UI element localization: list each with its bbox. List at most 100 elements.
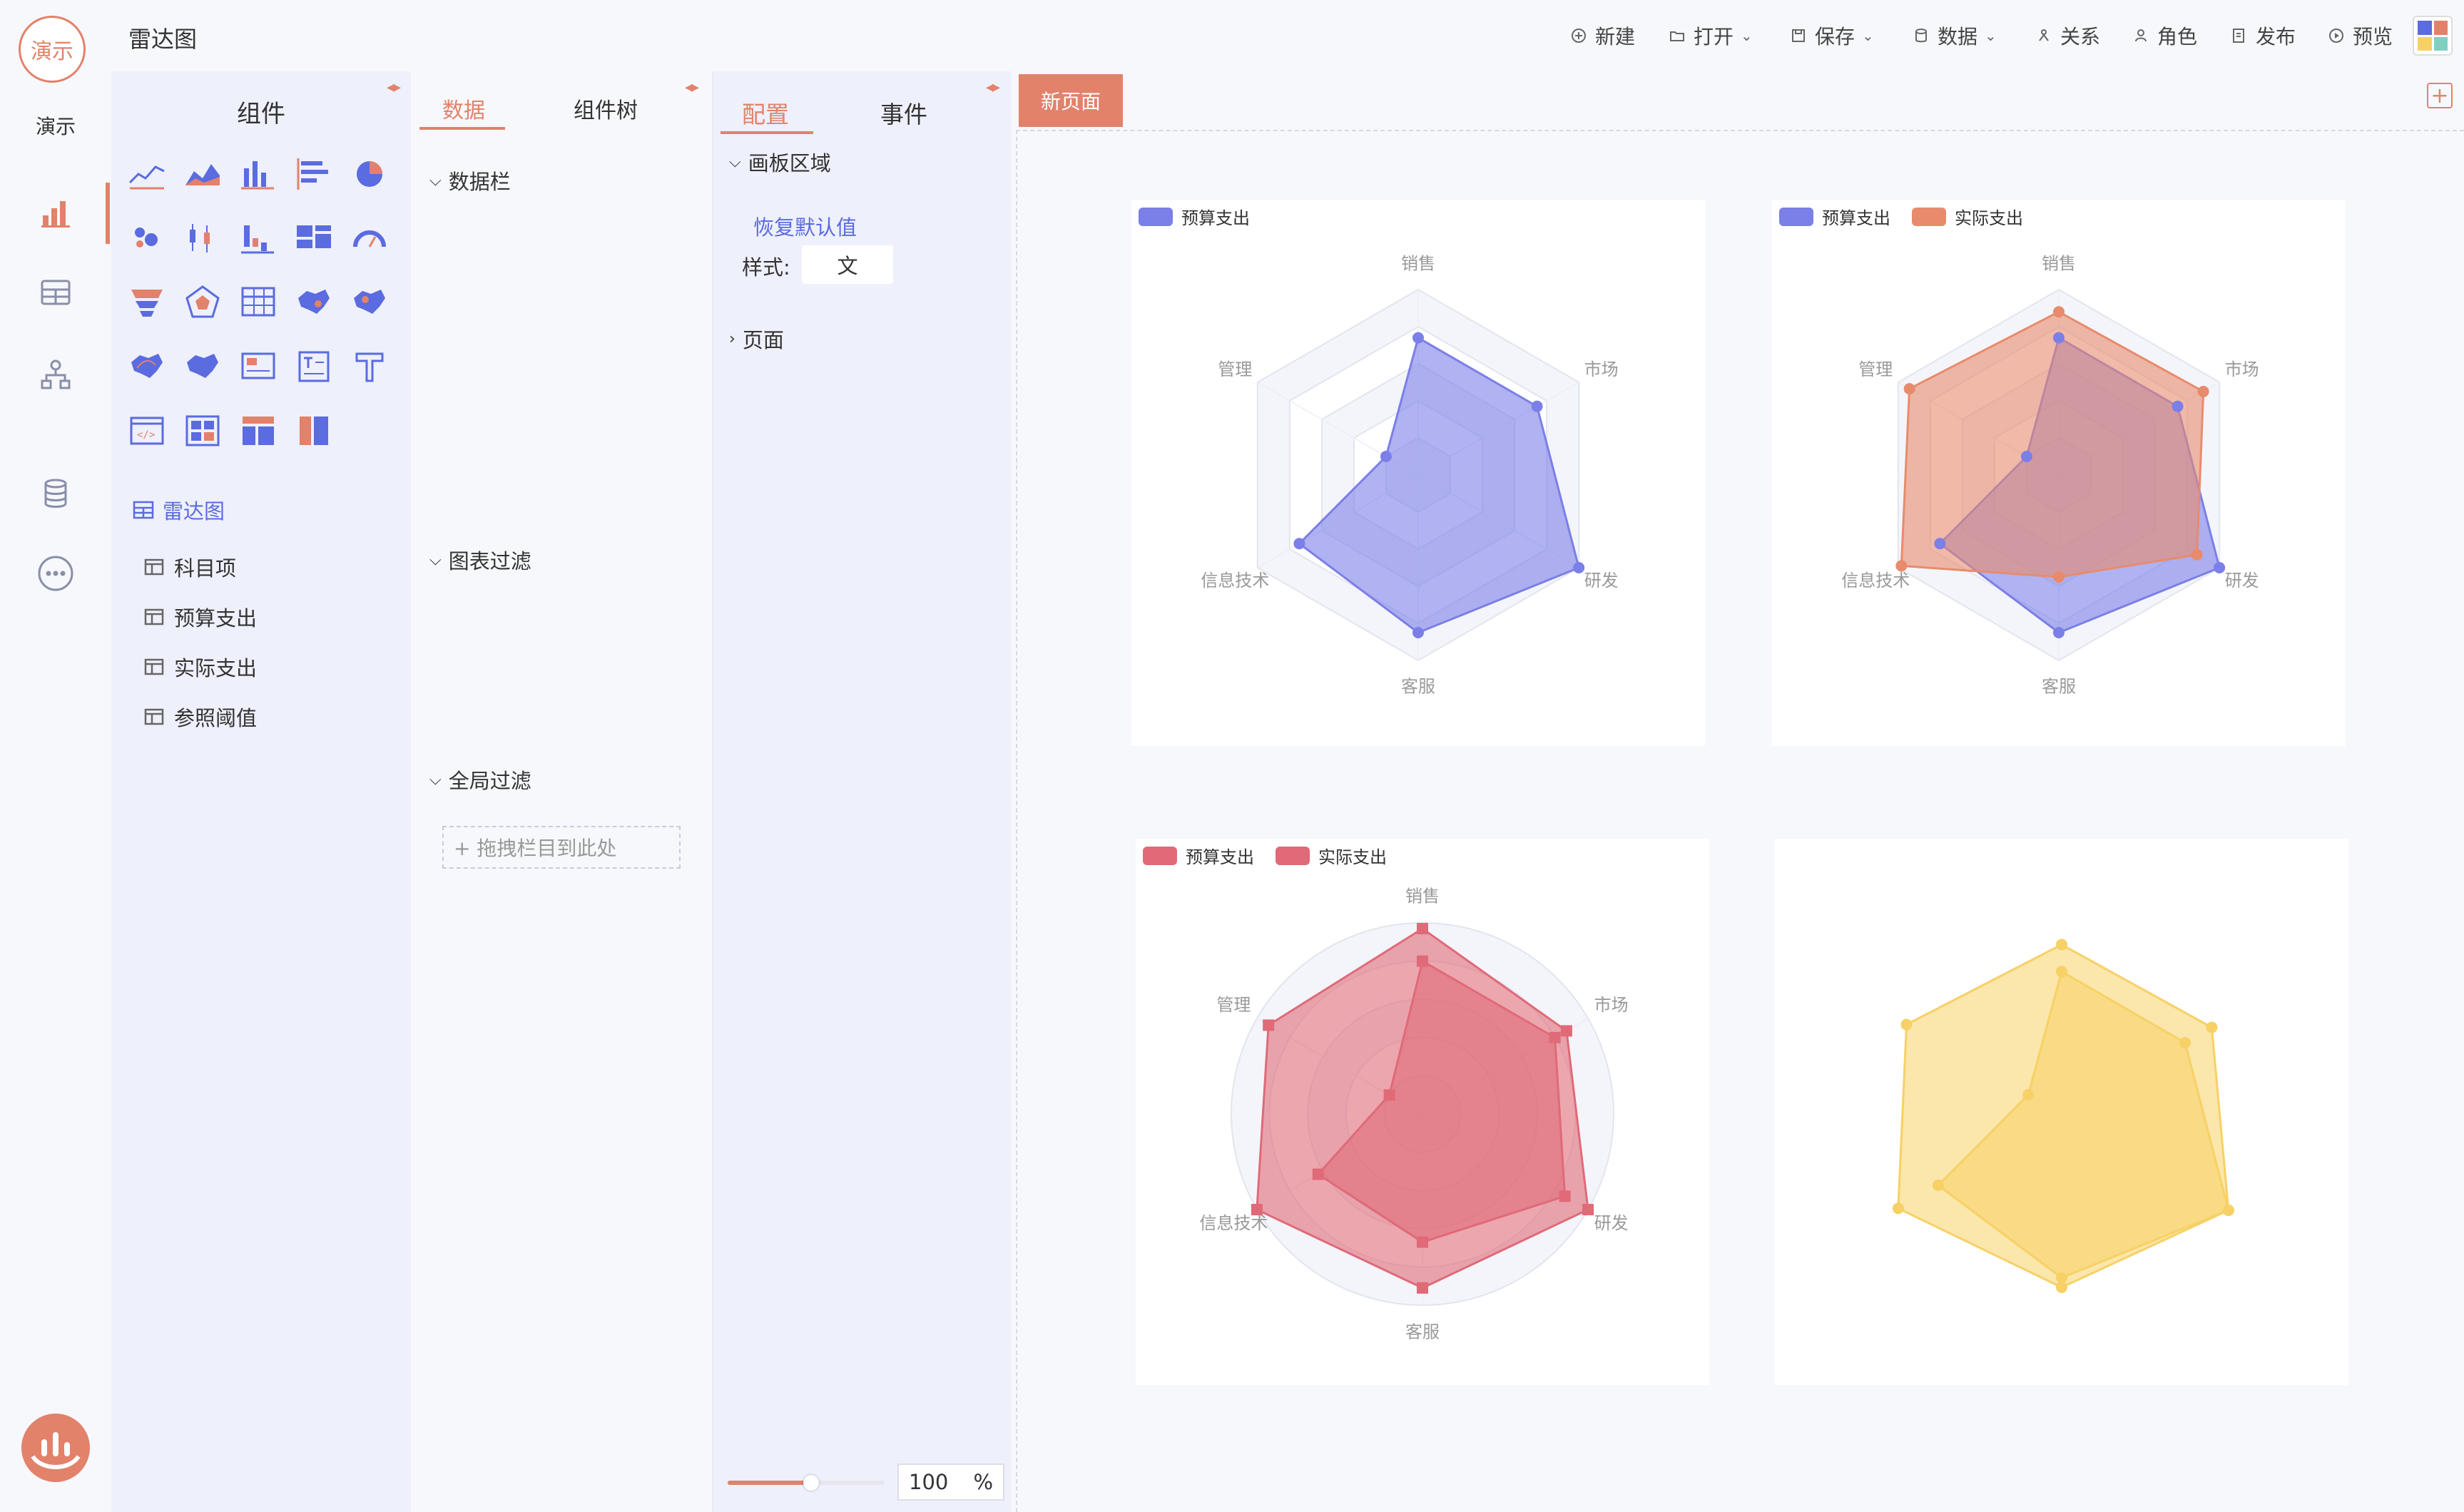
collapse-arrows-icon[interactable]: ◂▸ <box>986 78 1000 96</box>
tree-root-radar[interactable]: 雷达图 <box>133 495 225 525</box>
radar-icon[interactable] <box>183 282 223 322</box>
section-label: 图表过滤 <box>448 549 531 573</box>
role-button[interactable]: 角色 <box>2132 21 2197 50</box>
radar-point <box>2056 966 2067 978</box>
tree-item[interactable]: 科目项 <box>144 552 236 582</box>
chevron-down-icon: ⌵ <box>429 171 442 190</box>
tree-item-label: 科目项 <box>174 556 237 581</box>
legend-item[interactable]: 实际支出 <box>1276 843 1387 868</box>
hierarchy-nav-icon[interactable] <box>31 351 80 399</box>
radar-point <box>2191 548 2203 561</box>
save-button[interactable]: 保存 ⌄ <box>1789 21 1874 50</box>
split-layout-icon[interactable] <box>294 411 334 451</box>
add-page-button[interactable]: + <box>2427 83 2453 108</box>
relation-label: 关系 <box>2060 25 2101 48</box>
tab-config[interactable]: 配置 <box>742 96 789 130</box>
pie-chart-icon[interactable] <box>350 154 390 194</box>
tab-data[interactable]: 数据 <box>442 93 485 124</box>
chart-nav-icon[interactable] <box>31 188 80 237</box>
user-label: 演示 <box>35 115 76 138</box>
radar-chart-card-1[interactable]: 预算支出 销售 市场 研发 客服 信息技术 管理 <box>1131 200 1705 746</box>
china-fill-map-icon[interactable] <box>183 347 223 387</box>
china-flow-map-icon[interactable] <box>127 347 167 387</box>
page-tab[interactable]: 新页面 <box>1019 74 1123 127</box>
gauge-icon[interactable] <box>350 218 390 258</box>
style-select[interactable]: 文 <box>802 245 893 284</box>
section-canvas-area[interactable]: ⌵ 画板区域 <box>729 147 831 177</box>
section-chart-filter[interactable]: ⌵ 图表过滤 <box>429 545 531 575</box>
drop-zone[interactable]: + 拖拽栏目到此处 <box>442 826 681 869</box>
table-grid-icon[interactable] <box>238 282 278 322</box>
legend-item[interactable]: 预算支出 <box>1143 843 1254 868</box>
legend-item[interactable]: 预算支出 <box>1779 204 1890 229</box>
tab-component-tree[interactable]: 组件树 <box>574 93 638 124</box>
legend-item[interactable]: 预算支出 <box>1139 204 1250 229</box>
database-icon <box>1915 29 1927 43</box>
bar-chart-icon[interactable] <box>238 154 278 194</box>
save-icon <box>1792 29 1805 42</box>
user-avatar[interactable]: 演示 <box>19 16 86 83</box>
radar-indicator-label: 信息技术 <box>1201 571 1269 591</box>
plus-circle-icon <box>1572 29 1586 43</box>
filter-icon[interactable] <box>350 347 390 387</box>
tree-item[interactable]: 预算支出 <box>144 602 257 632</box>
funnel-icon[interactable] <box>127 282 167 322</box>
section-data-bar[interactable]: ⌵ 数据栏 <box>429 165 511 195</box>
area-chart-icon[interactable] <box>183 154 223 194</box>
section-page[interactable]: › 页面 <box>729 324 784 354</box>
line-chart-icon[interactable] <box>127 154 167 194</box>
restore-default-link[interactable]: 恢复默认值 <box>753 211 857 241</box>
legend-item[interactable]: 实际支出 <box>1912 204 2023 229</box>
radar-chart-card-4[interactable] <box>1775 839 2348 1385</box>
open-button[interactable]: 打开 ⌄ <box>1668 21 1753 50</box>
radar-indicator-label: 市场 <box>1584 359 1619 379</box>
scatter-icon[interactable] <box>127 218 167 258</box>
tree-item[interactable]: 实际支出 <box>144 652 257 682</box>
data-button[interactable]: 数据 ⌄ <box>1912 21 1997 50</box>
legend-label: 实际支出 <box>1955 208 2023 228</box>
tab-events[interactable]: 事件 <box>880 96 927 130</box>
china-map-icon[interactable] <box>294 282 334 322</box>
radar-point <box>1582 1204 1594 1215</box>
section-global-filter[interactable]: ⌵ 全局过滤 <box>429 765 531 795</box>
preview-label: 预览 <box>2353 25 2393 48</box>
table-nav-icon[interactable] <box>31 268 80 317</box>
components-title: 组件 <box>237 100 285 128</box>
radar-point <box>2053 571 2065 583</box>
radar-chart-card-3[interactable]: 预算支出 实际支出 销售 市场 研发 客服 信息技术 管理 <box>1136 839 1709 1385</box>
code-block-icon[interactable]: </> <box>127 411 167 451</box>
radar-point <box>2053 627 2065 638</box>
tree-item[interactable]: 参照阈值 <box>144 702 257 732</box>
collapse-arrows-icon[interactable]: ◂▸ <box>685 78 699 96</box>
database-nav-icon[interactable] <box>31 469 80 518</box>
chevron-down-icon: ⌄ <box>1741 27 1753 44</box>
radar-indicator-label: 客服 <box>1401 676 1435 696</box>
relation-button[interactable]: 关系 <box>2035 21 2100 50</box>
horizontal-bar-icon[interactable] <box>294 154 334 194</box>
publish-button[interactable]: 发布 <box>2230 21 2296 50</box>
pivot-icon[interactable] <box>183 411 223 451</box>
zoom-input[interactable]: 100 % <box>897 1464 1004 1501</box>
layout-icon[interactable] <box>238 411 278 451</box>
radar-point <box>1903 383 1915 395</box>
image-card-icon[interactable] <box>238 347 278 387</box>
candlestick-icon[interactable] <box>183 218 223 258</box>
tree-root-label: 雷达图 <box>163 499 225 523</box>
radar-chart-4 <box>1892 939 2234 1293</box>
more-nav-icon[interactable] <box>31 549 80 598</box>
preview-button[interactable]: 预览 <box>2327 21 2393 50</box>
zoom-slider-fill <box>728 1481 812 1485</box>
radar-point <box>1417 955 1428 967</box>
zoom-slider-handle[interactable] <box>803 1475 819 1491</box>
radar-indicator-label: 客服 <box>2042 676 2076 696</box>
text-card-icon[interactable] <box>294 347 334 387</box>
theme-grid-icon[interactable] <box>2413 16 2453 56</box>
active-nav-indicator <box>106 183 110 244</box>
tile-chart-icon[interactable] <box>294 218 334 258</box>
radar-indicator-label: 市场 <box>2225 359 2259 379</box>
new-button[interactable]: 新建 <box>1569 21 1635 50</box>
waterfall-icon[interactable] <box>238 218 278 258</box>
china-heat-map-icon[interactable] <box>350 282 390 322</box>
radar-chart-card-2[interactable]: 预算支出 实际支出 销售 市场 研发 客服 信息技术 管理 <box>1772 200 2346 746</box>
column-icon <box>144 558 164 576</box>
